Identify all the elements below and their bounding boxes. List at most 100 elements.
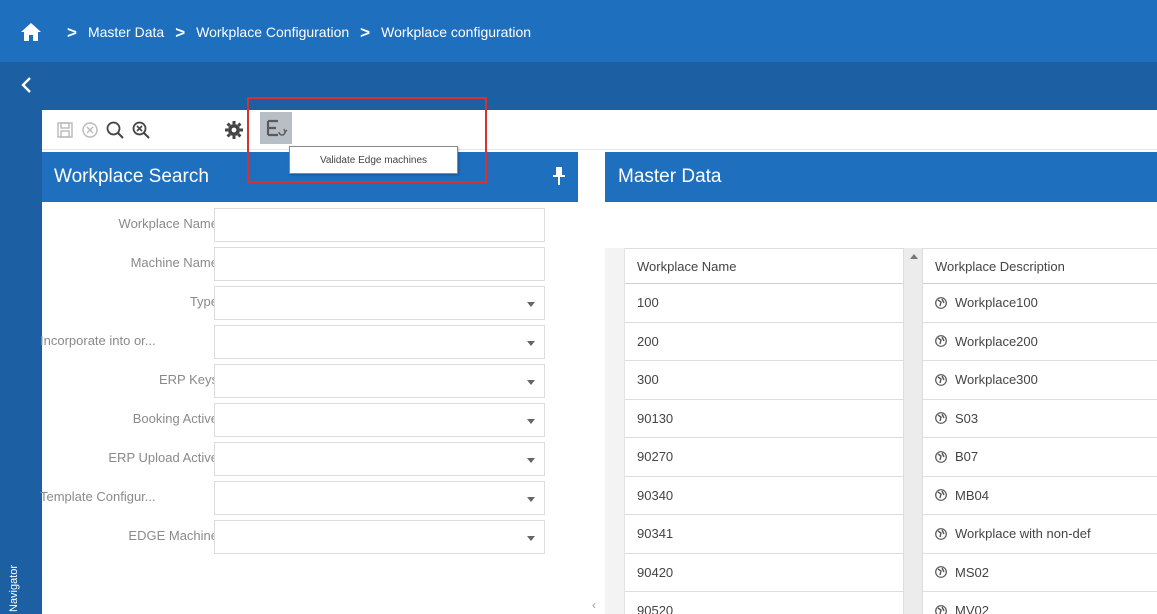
chevron-down-icon: [527, 419, 535, 424]
chevron-down-icon: [527, 302, 535, 307]
breadcrumb-item-workplace-configuration[interactable]: Workplace Configuration: [196, 24, 349, 40]
incorporate-label: Incorporate into or...: [40, 333, 156, 348]
breadcrumb-item-master-data[interactable]: Master Data: [88, 24, 164, 40]
erp-keys-select[interactable]: [214, 364, 545, 398]
table-row-cell-description[interactable]: MB04: [923, 477, 1157, 515]
cancel-icon: [82, 122, 98, 138]
settings-button[interactable]: [221, 116, 247, 144]
edge-machine-select[interactable]: [214, 520, 545, 554]
chevron-down-icon: [527, 458, 535, 463]
workplace-description-column: Workplace Description Workplace100 Workp…: [923, 248, 1157, 614]
booking-active-label: Booking Active: [132, 411, 218, 426]
navigator-strip[interactable]: [0, 110, 42, 614]
workplace-name-label: Workplace Name: [118, 216, 218, 231]
master-data-grid: Workplace Name 100 200 300 90130 90270 9…: [605, 248, 1157, 614]
chevron-down-icon: [527, 380, 535, 385]
table-row-cell-description[interactable]: Workplace300: [923, 361, 1157, 400]
chevron-right-icon: >: [360, 22, 371, 42]
master-data-title: Master Data: [618, 166, 722, 187]
description-text: MB04: [955, 487, 989, 503]
clear-search-icon: [132, 121, 150, 139]
pin-icon[interactable]: [552, 166, 566, 186]
template-configuration-select[interactable]: [214, 481, 545, 515]
save-button[interactable]: [52, 116, 78, 144]
globe-icon: [935, 450, 947, 463]
chevron-right-icon: >: [67, 22, 77, 42]
globe-icon: [935, 412, 947, 425]
toolbar: [42, 110, 1157, 150]
row-header-column: [605, 248, 625, 614]
table-row-cell-description[interactable]: MV02: [923, 592, 1157, 614]
cancel-button[interactable]: [77, 116, 103, 144]
top-bar: > Master Data > Workplace Configuration …: [0, 0, 1157, 62]
globe-icon: [935, 296, 947, 309]
machine-name-input[interactable]: [214, 247, 545, 281]
master-data-header: Master Data: [605, 152, 1157, 202]
erp-upload-active-select[interactable]: [214, 442, 545, 476]
globe-icon: [935, 604, 947, 614]
table-row-cell-description[interactable]: MS02: [923, 554, 1157, 592]
form-row-workplace-name: Workplace Name: [42, 206, 562, 244]
description-text: Workplace300: [955, 372, 1038, 388]
form-row-erp-keys: ERP Keys: [42, 362, 562, 400]
workplace-search-title: Workplace Search: [54, 166, 209, 187]
description-text: Workplace100: [955, 295, 1038, 311]
table-row-cell-name[interactable]: 90420: [625, 554, 903, 592]
chevron-down-icon: [527, 536, 535, 541]
table-row-cell-description[interactable]: Workplace200: [923, 323, 1157, 361]
globe-icon: [935, 527, 947, 540]
chevron-right-icon: >: [175, 22, 186, 42]
validate-edge-tooltip: Validate Edge machines: [289, 146, 458, 174]
chevron-left-icon[interactable]: [20, 76, 34, 94]
table-row-cell-name[interactable]: 90520: [625, 592, 903, 614]
search-button[interactable]: [102, 116, 128, 144]
incorporate-select[interactable]: [214, 325, 545, 359]
form-row-edge-machine: EDGE Machine: [42, 518, 562, 556]
table-row-cell-description[interactable]: Workplace100: [923, 284, 1157, 323]
globe-icon: [935, 489, 947, 502]
table-row-cell-name[interactable]: 200: [625, 323, 903, 361]
erp-upload-active-label: ERP Upload Active: [108, 450, 218, 465]
column-header-workplace-description[interactable]: Workplace Description: [923, 248, 1157, 284]
globe-icon: [935, 373, 947, 386]
table-row-cell-name[interactable]: 100: [625, 284, 903, 323]
breadcrumb-item-workplace-configuration-page[interactable]: Workplace configuration: [381, 24, 531, 40]
splitter-collapse-icon[interactable]: ‹: [592, 598, 596, 612]
home-icon[interactable]: [20, 22, 42, 42]
workplace-name-input[interactable]: [214, 208, 545, 242]
table-row-cell-description[interactable]: B07: [923, 438, 1157, 477]
booking-active-select[interactable]: [214, 403, 545, 437]
form-row-template-configuration: Template Configur...: [40, 479, 562, 517]
description-text: MS02: [955, 564, 989, 580]
table-row-cell-name[interactable]: 90130: [625, 400, 903, 438]
table-row-cell-description[interactable]: Workplace with non-def: [923, 515, 1157, 554]
description-text: B07: [955, 449, 979, 465]
description-text: S03: [955, 410, 979, 426]
form-row-type: Type: [42, 284, 562, 322]
table-row-cell-name[interactable]: 90270: [625, 438, 903, 477]
description-text: Workplace with non-def: [955, 526, 1091, 542]
workplace-name-column: Workplace Name 100 200 300 90130 90270 9…: [625, 248, 903, 614]
table-row-cell-description[interactable]: S03: [923, 400, 1157, 438]
column-header-workplace-name[interactable]: Workplace Name: [625, 248, 903, 284]
chevron-down-icon: [527, 341, 535, 346]
description-text: Workplace200: [955, 333, 1038, 349]
template-configuration-label: Template Configur...: [40, 489, 156, 504]
type-select[interactable]: [214, 286, 545, 320]
edge-machine-label: EDGE Machine: [128, 528, 218, 543]
scroll-up-icon[interactable]: [910, 254, 918, 259]
table-row-cell-name[interactable]: 300: [625, 361, 903, 400]
machine-name-label: Machine Name: [130, 255, 218, 270]
form-row-booking-active: Booking Active: [42, 401, 562, 439]
chevron-down-icon: [527, 497, 535, 502]
table-row-cell-name[interactable]: 90340: [625, 477, 903, 515]
globe-icon: [935, 566, 947, 579]
table-row-cell-name[interactable]: 90341: [625, 515, 903, 554]
clear-search-button[interactable]: [128, 116, 154, 144]
save-icon: [57, 122, 73, 138]
form-row-machine-name: Machine Name: [42, 245, 562, 283]
search-icon: [106, 121, 124, 139]
breadcrumb: > Master Data > Workplace Configuration …: [20, 20, 531, 44]
vertical-scrollbar[interactable]: [903, 248, 923, 614]
navigator-label: Navigator: [8, 564, 20, 612]
